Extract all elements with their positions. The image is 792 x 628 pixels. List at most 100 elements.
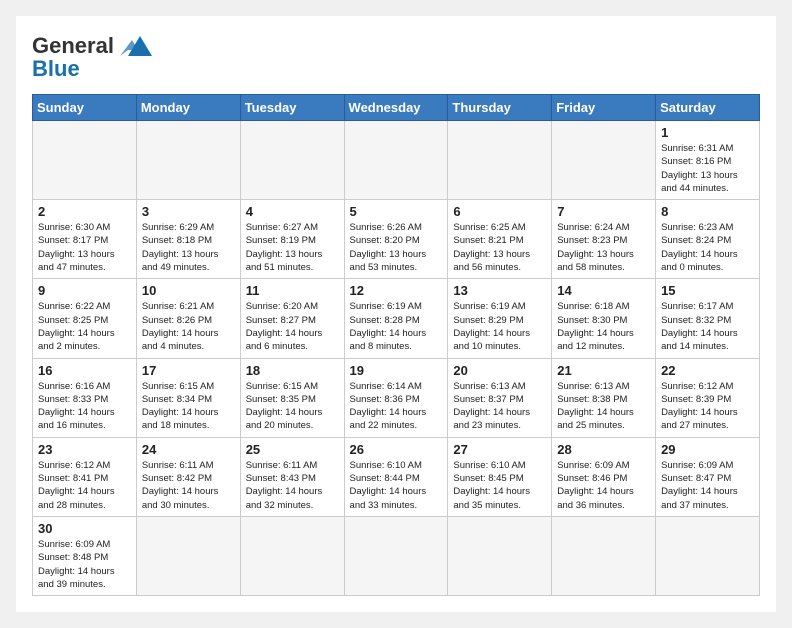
day-number: 29 [661, 442, 754, 457]
day-info: Sunrise: 6:20 AM Sunset: 8:27 PM Dayligh… [246, 300, 339, 353]
calendar-week-row: 2 Sunrise: 6:30 AM Sunset: 8:17 PM Daylig… [33, 200, 760, 279]
day-info: Sunrise: 6:25 AM Sunset: 8:21 PM Dayligh… [453, 221, 546, 274]
weekday-header-monday: Monday [136, 95, 240, 121]
day-number: 11 [246, 283, 339, 298]
calendar-cell [656, 516, 760, 595]
day-number: 26 [350, 442, 443, 457]
day-number: 28 [557, 442, 650, 457]
day-info: Sunrise: 6:30 AM Sunset: 8:17 PM Dayligh… [38, 221, 131, 274]
calendar-cell [552, 121, 656, 200]
calendar-cell: 3 Sunrise: 6:29 AM Sunset: 8:18 PM Daylig… [136, 200, 240, 279]
day-info: Sunrise: 6:13 AM Sunset: 8:38 PM Dayligh… [557, 380, 650, 433]
weekday-header-friday: Friday [552, 95, 656, 121]
day-number: 9 [38, 283, 131, 298]
day-number: 18 [246, 363, 339, 378]
calendar-cell: 1Sunrise: 6:31 AM Sunset: 8:16 PM Daylig… [656, 121, 760, 200]
day-number: 24 [142, 442, 235, 457]
day-number: 13 [453, 283, 546, 298]
day-info: Sunrise: 6:13 AM Sunset: 8:37 PM Dayligh… [453, 380, 546, 433]
day-info: Sunrise: 6:19 AM Sunset: 8:29 PM Dayligh… [453, 300, 546, 353]
calendar-cell: 28 Sunrise: 6:09 AM Sunset: 8:46 PM Dayli… [552, 437, 656, 516]
calendar-week-row: 16 Sunrise: 6:16 AM Sunset: 8:33 PM Dayli… [33, 358, 760, 437]
calendar-week-row: 1Sunrise: 6:31 AM Sunset: 8:16 PM Daylig… [33, 121, 760, 200]
calendar-cell: 8Sunrise: 6:23 AM Sunset: 8:24 PM Daylig… [656, 200, 760, 279]
calendar-week-row: 23Sunrise: 6:12 AM Sunset: 8:41 PM Dayli… [33, 437, 760, 516]
weekday-header-tuesday: Tuesday [240, 95, 344, 121]
day-number: 8 [661, 204, 754, 219]
day-number: 14 [557, 283, 650, 298]
day-info: Sunrise: 6:27 AM Sunset: 8:19 PM Dayligh… [246, 221, 339, 274]
day-number: 5 [350, 204, 443, 219]
day-number: 2 [38, 204, 131, 219]
calendar-cell [240, 516, 344, 595]
calendar-cell [344, 516, 448, 595]
day-info: Sunrise: 6:24 AM Sunset: 8:23 PM Dayligh… [557, 221, 650, 274]
calendar-cell: 17 Sunrise: 6:15 AM Sunset: 8:34 PM Dayli… [136, 358, 240, 437]
calendar-cell [552, 516, 656, 595]
day-number: 16 [38, 363, 131, 378]
calendar-cell: 19 Sunrise: 6:14 AM Sunset: 8:36 PM Dayli… [344, 358, 448, 437]
calendar-cell [136, 516, 240, 595]
calendar-cell [33, 121, 137, 200]
weekday-header-wednesday: Wednesday [344, 95, 448, 121]
day-info: Sunrise: 6:09 AM Sunset: 8:46 PM Dayligh… [557, 459, 650, 512]
day-info: Sunrise: 6:15 AM Sunset: 8:35 PM Dayligh… [246, 380, 339, 433]
day-number: 25 [246, 442, 339, 457]
day-number: 27 [453, 442, 546, 457]
calendar-week-row: 9 Sunrise: 6:22 AM Sunset: 8:25 PM Daylig… [33, 279, 760, 358]
day-info: Sunrise: 6:16 AM Sunset: 8:33 PM Dayligh… [38, 380, 131, 433]
calendar-cell [240, 121, 344, 200]
day-number: 17 [142, 363, 235, 378]
calendar-cell: 5 Sunrise: 6:26 AM Sunset: 8:20 PM Daylig… [344, 200, 448, 279]
day-number: 12 [350, 283, 443, 298]
day-info: Sunrise: 6:14 AM Sunset: 8:36 PM Dayligh… [350, 380, 443, 433]
weekday-header-saturday: Saturday [656, 95, 760, 121]
day-info: Sunrise: 6:15 AM Sunset: 8:34 PM Dayligh… [142, 380, 235, 433]
day-info: Sunrise: 6:11 AM Sunset: 8:42 PM Dayligh… [142, 459, 235, 512]
calendar-cell: 7Sunrise: 6:24 AM Sunset: 8:23 PM Daylig… [552, 200, 656, 279]
calendar-cell [344, 121, 448, 200]
calendar-cell: 2 Sunrise: 6:30 AM Sunset: 8:17 PM Daylig… [33, 200, 137, 279]
calendar-cell: 29 Sunrise: 6:09 AM Sunset: 8:47 PM Dayli… [656, 437, 760, 516]
page: General Blue SundayMondayTuesdayWednesda… [16, 16, 776, 612]
day-info: Sunrise: 6:10 AM Sunset: 8:44 PM Dayligh… [350, 459, 443, 512]
calendar-cell: 20 Sunrise: 6:13 AM Sunset: 8:37 PM Dayli… [448, 358, 552, 437]
day-info: Sunrise: 6:26 AM Sunset: 8:20 PM Dayligh… [350, 221, 443, 274]
day-number: 23 [38, 442, 131, 457]
day-info: Sunrise: 6:29 AM Sunset: 8:18 PM Dayligh… [142, 221, 235, 274]
calendar-cell: 11 Sunrise: 6:20 AM Sunset: 8:27 PM Dayli… [240, 279, 344, 358]
calendar-cell: 23Sunrise: 6:12 AM Sunset: 8:41 PM Dayli… [33, 437, 137, 516]
calendar-cell: 16 Sunrise: 6:16 AM Sunset: 8:33 PM Dayli… [33, 358, 137, 437]
calendar-cell: 14Sunrise: 6:18 AM Sunset: 8:30 PM Dayli… [552, 279, 656, 358]
calendar-cell: 21Sunrise: 6:13 AM Sunset: 8:38 PM Dayli… [552, 358, 656, 437]
day-info: Sunrise: 6:09 AM Sunset: 8:47 PM Dayligh… [661, 459, 754, 512]
day-info: Sunrise: 6:21 AM Sunset: 8:26 PM Dayligh… [142, 300, 235, 353]
calendar-cell: 30Sunrise: 6:09 AM Sunset: 8:48 PM Dayli… [33, 516, 137, 595]
calendar-cell: 13 Sunrise: 6:19 AM Sunset: 8:29 PM Dayli… [448, 279, 552, 358]
calendar-cell: 27 Sunrise: 6:10 AM Sunset: 8:45 PM Dayli… [448, 437, 552, 516]
day-number: 19 [350, 363, 443, 378]
day-number: 6 [453, 204, 546, 219]
calendar-cell: 24 Sunrise: 6:11 AM Sunset: 8:42 PM Dayli… [136, 437, 240, 516]
day-number: 30 [38, 521, 131, 536]
day-info: Sunrise: 6:19 AM Sunset: 8:28 PM Dayligh… [350, 300, 443, 353]
day-number: 4 [246, 204, 339, 219]
day-number: 3 [142, 204, 235, 219]
calendar-cell: 26 Sunrise: 6:10 AM Sunset: 8:44 PM Dayli… [344, 437, 448, 516]
weekday-header-sunday: Sunday [33, 95, 137, 121]
day-number: 10 [142, 283, 235, 298]
calendar-cell: 9 Sunrise: 6:22 AM Sunset: 8:25 PM Daylig… [33, 279, 137, 358]
calendar-cell: 6 Sunrise: 6:25 AM Sunset: 8:21 PM Daylig… [448, 200, 552, 279]
calendar-cell [448, 516, 552, 595]
weekday-header-row: SundayMondayTuesdayWednesdayThursdayFrid… [33, 95, 760, 121]
day-number: 1 [661, 125, 754, 140]
calendar-cell [448, 121, 552, 200]
calendar-cell: 25Sunrise: 6:11 AM Sunset: 8:43 PM Dayli… [240, 437, 344, 516]
day-info: Sunrise: 6:22 AM Sunset: 8:25 PM Dayligh… [38, 300, 131, 353]
day-info: Sunrise: 6:12 AM Sunset: 8:39 PM Dayligh… [661, 380, 754, 433]
day-number: 15 [661, 283, 754, 298]
day-number: 20 [453, 363, 546, 378]
calendar-table: SundayMondayTuesdayWednesdayThursdayFrid… [32, 94, 760, 596]
day-info: Sunrise: 6:10 AM Sunset: 8:45 PM Dayligh… [453, 459, 546, 512]
calendar-cell: 10 Sunrise: 6:21 AM Sunset: 8:26 PM Dayli… [136, 279, 240, 358]
